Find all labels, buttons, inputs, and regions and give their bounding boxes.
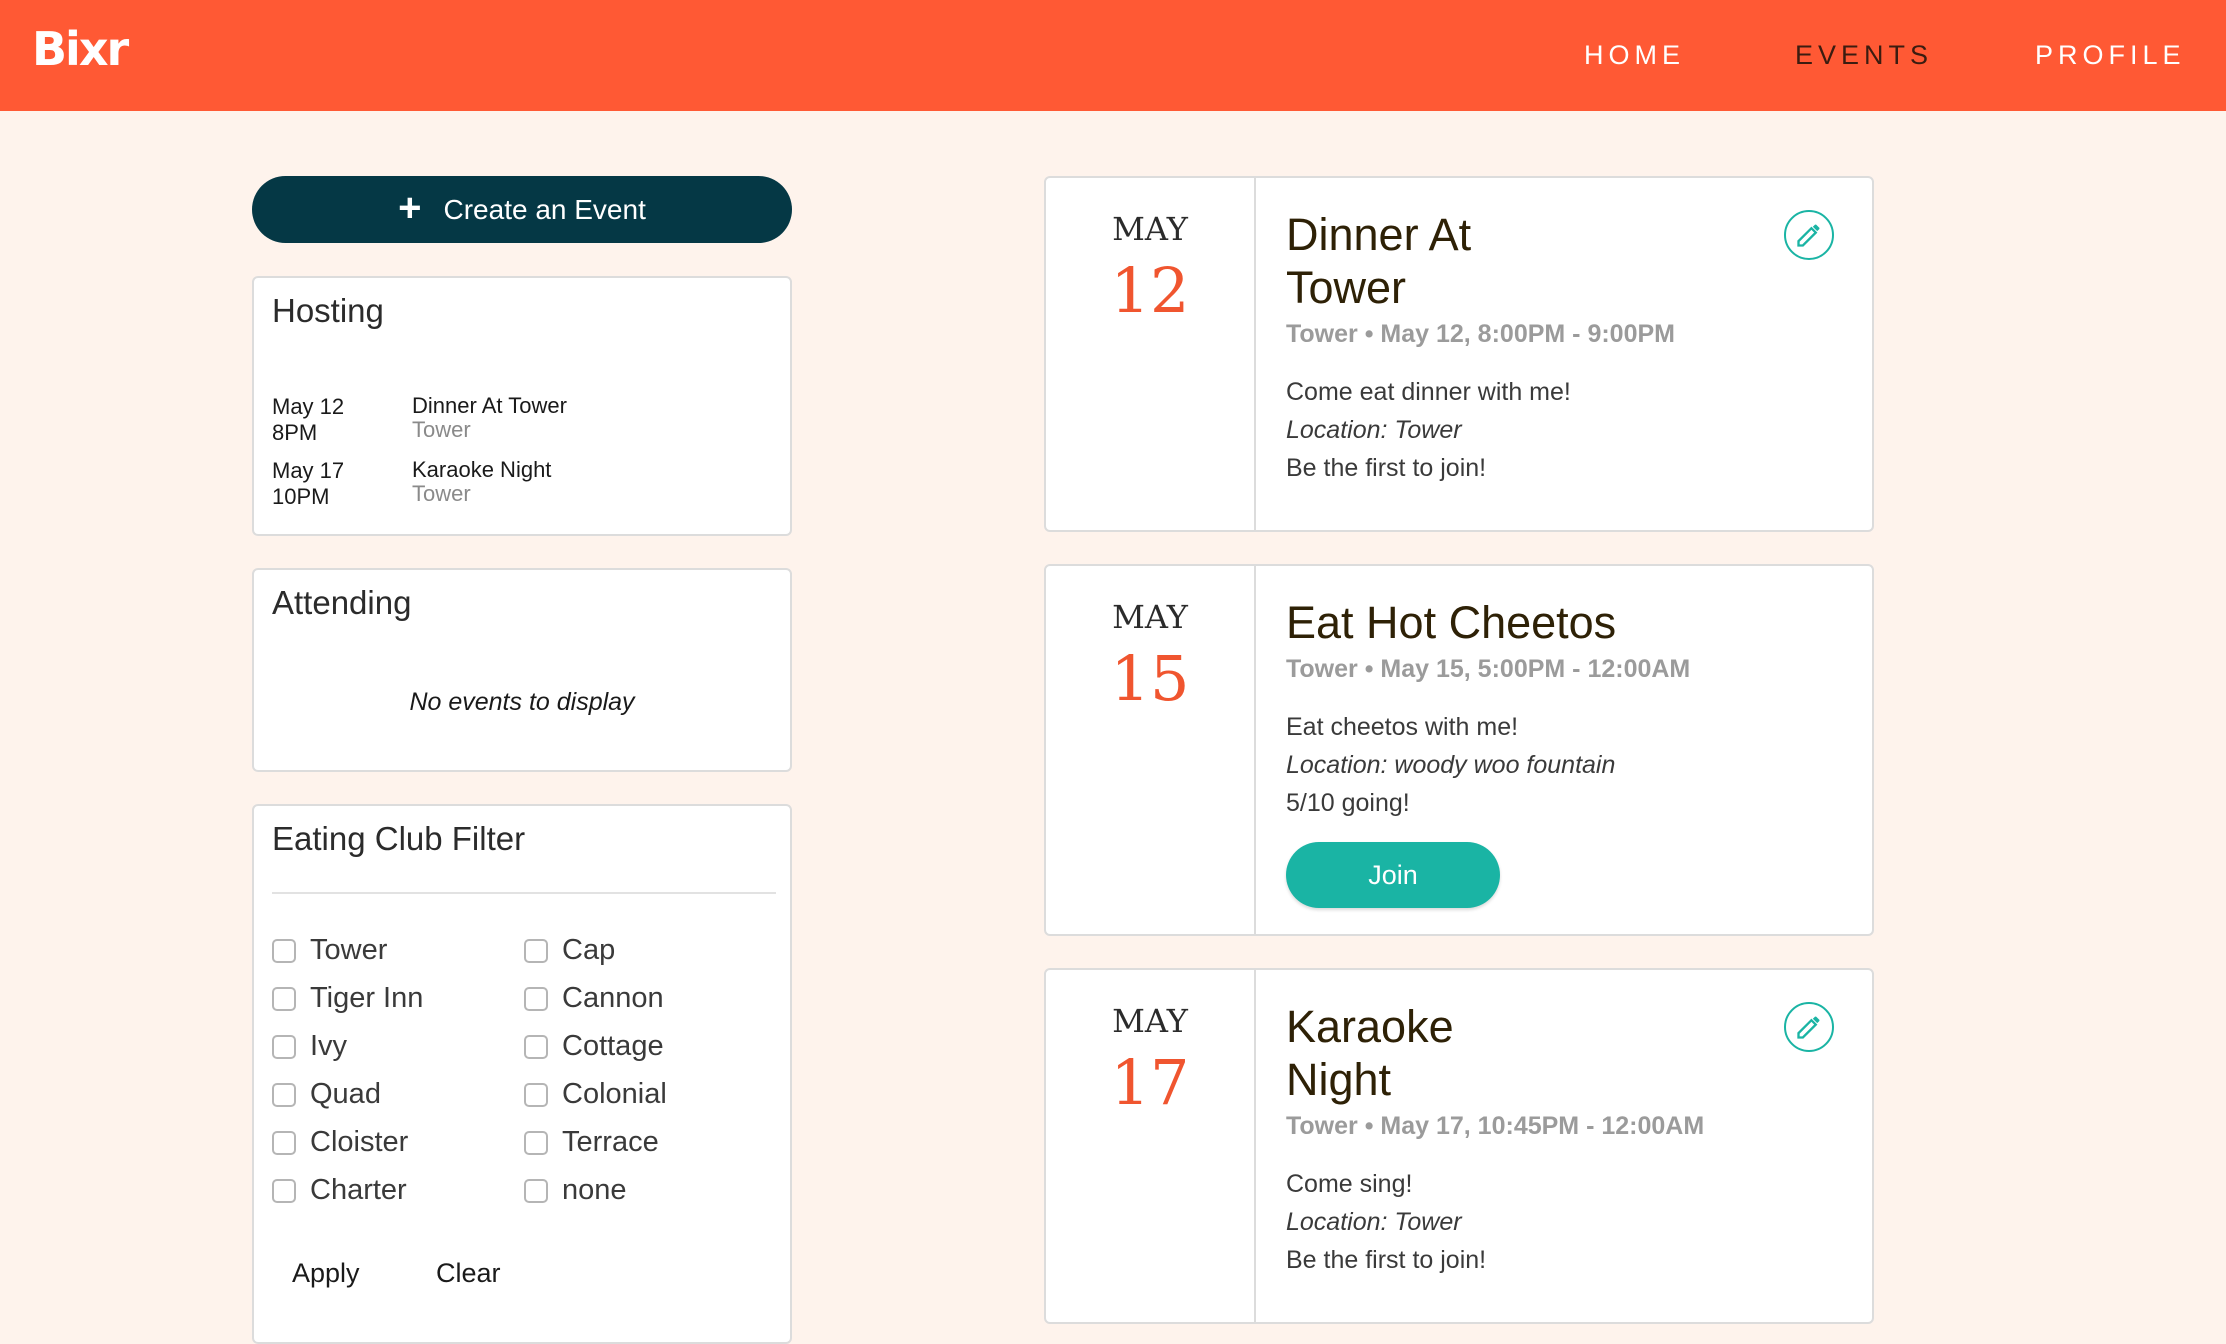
checkbox[interactable] [524, 938, 548, 963]
event-location: Location: woody woo fountain [1286, 751, 1616, 779]
filter-option-charter[interactable]: Charter [272, 1174, 407, 1207]
checkbox[interactable] [524, 1034, 548, 1059]
event-month: MAY [1112, 1002, 1188, 1040]
filter-option-cap[interactable]: Cap [524, 934, 615, 967]
attending-title: Attending [272, 584, 412, 621]
filter-option-ivy[interactable]: Ivy [272, 1030, 347, 1063]
nav-events[interactable]: EVENTS [1795, 40, 1933, 71]
hosting-item-time: 8PM [272, 420, 318, 445]
apply-button[interactable]: Apply [292, 1258, 360, 1289]
event-day: 15 [1110, 642, 1190, 715]
pencil-icon [1797, 224, 1820, 247]
filter-option-label: Charter [310, 1174, 407, 1206]
nav-home[interactable]: HOME [1584, 40, 1685, 71]
checkbox[interactable] [272, 1178, 296, 1203]
filter-option-quad[interactable]: Quad [272, 1078, 381, 1111]
filter-option-label: Cap [562, 934, 616, 966]
filter-option-cloister[interactable]: Cloister [272, 1126, 408, 1159]
create-event-button[interactable]: + Create an Event [252, 176, 792, 243]
nav-profile[interactable]: PROFILE [2035, 40, 2186, 71]
event-card[interactable]: MAY 17 Karaoke Night Tower • May 17, 10:4… [1044, 968, 1874, 1324]
hosting-item-date: May 12 [272, 394, 345, 419]
hosting-card: Hosting May 12 8PM Dinner At Tower Tower… [252, 276, 792, 536]
event-date-block: MAY 15 [1046, 566, 1256, 934]
event-card[interactable]: MAY 12 Dinner At Tower Tower • May 12, 8:… [1044, 176, 1874, 532]
event-meta: Tower • May 15, 5:00PM - 12:00AM [1286, 655, 1691, 683]
event-day: 12 [1110, 254, 1190, 327]
event-title[interactable]: Karaoke Night [1286, 1000, 1786, 1106]
filter-option-none[interactable]: none [524, 1174, 627, 1207]
event-date-block: MAY 12 [1046, 178, 1256, 530]
checkbox[interactable] [524, 1178, 548, 1203]
hosting-item-location: Tower [412, 417, 471, 442]
event-title[interactable]: Eat Hot Cheetos [1286, 596, 1786, 649]
join-button[interactable]: Join [1286, 842, 1500, 908]
event-status: 5/10 going! [1286, 789, 1410, 817]
hosting-item-name: Karaoke Night [412, 457, 552, 482]
filter-option-label: Tiger Inn [310, 982, 424, 1014]
filter-option-tiger-inn[interactable]: Tiger Inn [272, 982, 423, 1015]
event-status: Be the first to join! [1286, 1246, 1487, 1274]
clear-button[interactable]: Clear [436, 1258, 501, 1289]
event-meta: Tower • May 12, 8:00PM - 9:00PM [1286, 320, 1675, 348]
event-location: Location: Tower [1286, 1208, 1462, 1236]
event-month: MAY [1112, 598, 1188, 636]
top-navbar: Bixr HOME EVENTS PROFILE [0, 0, 2226, 111]
filter-option-label: none [562, 1174, 627, 1206]
checkbox[interactable] [272, 986, 296, 1011]
hosting-title: Hosting [272, 292, 384, 329]
filter-option-cottage[interactable]: Cottage [524, 1030, 664, 1063]
attending-card: Attending No events to display [252, 568, 792, 772]
filter-option-tower[interactable]: Tower [272, 934, 387, 967]
event-card[interactable]: MAY 15 Eat Hot Cheetos Tower • May 15, 5… [1044, 564, 1874, 936]
event-location: Location: Tower [1286, 416, 1462, 444]
hosting-item-time: 10PM [272, 484, 330, 509]
checkbox[interactable] [524, 986, 548, 1011]
app-logo[interactable]: Bixr [32, 22, 129, 76]
filter-divider [272, 892, 776, 894]
event-date-block: MAY 17 [1046, 970, 1256, 1322]
hosting-item-name: Dinner At Tower [412, 393, 567, 418]
event-day: 17 [1110, 1046, 1190, 1119]
event-description: Come sing! [1286, 1170, 1413, 1198]
checkbox[interactable] [524, 1130, 548, 1155]
event-month: MAY [1112, 210, 1188, 248]
plus-icon: + [398, 185, 422, 230]
filter-option-label: Terrace [562, 1126, 659, 1158]
event-description: Eat cheetos with me! [1286, 713, 1519, 741]
filter-option-terrace[interactable]: Terrace [524, 1126, 659, 1159]
filter-title: Eating Club Filter [272, 820, 526, 857]
hosting-item-location: Tower [412, 481, 471, 506]
filter-option-label: Cannon [562, 982, 664, 1014]
filter-option-label: Cloister [310, 1126, 409, 1158]
attending-empty-text: No events to display [409, 688, 635, 716]
filter-option-label: Ivy [310, 1030, 348, 1062]
edit-event-button[interactable] [1784, 210, 1834, 260]
filter-option-label: Quad [310, 1078, 381, 1110]
create-event-label: Create an Event [443, 193, 646, 225]
event-title[interactable]: Dinner At Tower [1286, 208, 1786, 314]
pencil-icon [1797, 1016, 1820, 1039]
hosting-item-date: May 17 [272, 458, 345, 483]
eating-club-filter-card: Eating Club Filter Tower Cap Tiger Inn C… [252, 804, 792, 1344]
filter-option-label: Cottage [562, 1030, 664, 1062]
filter-option-label: Tower [310, 934, 388, 966]
edit-event-button[interactable] [1784, 1002, 1834, 1052]
checkbox[interactable] [524, 1082, 548, 1107]
event-meta: Tower • May 17, 10:45PM - 12:00AM [1286, 1112, 1705, 1140]
filter-option-label: Colonial [562, 1078, 667, 1110]
checkbox[interactable] [272, 1034, 296, 1059]
filter-option-colonial[interactable]: Colonial [524, 1078, 667, 1111]
event-description: Come eat dinner with me! [1286, 378, 1571, 406]
event-status: Be the first to join! [1286, 454, 1487, 482]
checkbox[interactable] [272, 938, 296, 963]
filter-option-cannon[interactable]: Cannon [524, 982, 664, 1015]
checkbox[interactable] [272, 1082, 296, 1107]
checkbox[interactable] [272, 1130, 296, 1155]
